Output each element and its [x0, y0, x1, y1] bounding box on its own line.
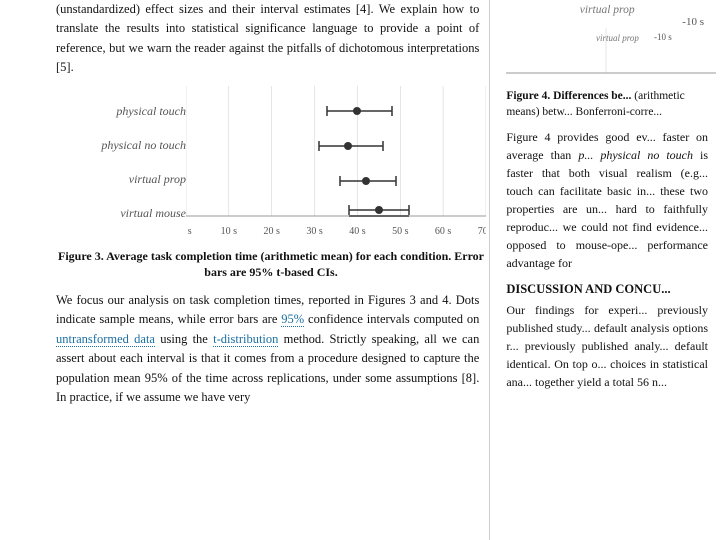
fp-label-pnt: physical no touch: [101, 138, 186, 153]
svg-text:-10 s: -10 s: [654, 32, 672, 42]
right-chart-svg: virtual prop -10 s: [506, 28, 716, 83]
svg-text:10 s: 10 s: [221, 226, 238, 237]
svg-text:virtual prop: virtual prop: [596, 33, 639, 43]
link-tdist[interactable]: t-distribution: [213, 332, 278, 347]
fp-label-pt: physical touch: [116, 104, 186, 119]
link-untransformed[interactable]: untransformed data: [56, 332, 155, 347]
svg-text:30 s: 30 s: [306, 226, 323, 237]
body-text: We focus our analysis on task completion…: [56, 291, 479, 415]
right-body-2-text: Our findings for experi... previously pu…: [506, 301, 708, 391]
top-paragraph: (unstandardized) effect sizes and their …: [56, 0, 479, 78]
right-figure-caption: Figure 4. Differences be... (arithmetic …: [506, 88, 708, 120]
fp-label-vm: virtual mouse: [120, 206, 186, 221]
forest-plot-area: physical touch physical no touch virtual…: [56, 86, 486, 246]
right-chart-label: virtual prop: [506, 4, 708, 16]
right-chart-num: -10 s: [506, 16, 704, 28]
fp-row4-svg: [186, 203, 486, 227]
fp-label-vp: virtual prop: [129, 172, 186, 187]
link-95pct[interactable]: 95%: [281, 312, 304, 327]
fp-chart-area: 0 s 10 s 20 s 30 s 40 s 50 s 60 s 70 s: [186, 86, 486, 246]
right-panel: virtual prop -10 s virtual prop -10 s Fi…: [490, 0, 720, 540]
fp-labels: physical touch physical no touch virtual…: [56, 86, 186, 246]
svg-text:70 s: 70 s: [478, 226, 486, 237]
figure-caption-3: Figure 3. Average task completion time (…: [56, 248, 486, 282]
right-top-chart: virtual prop -10 s virtual prop -10 s: [506, 4, 708, 84]
forest-plot: physical touch physical no touch virtual…: [56, 86, 486, 282]
svg-text:50 s: 50 s: [392, 226, 409, 237]
svg-text:40 s: 40 s: [349, 226, 366, 237]
right-body-text: Figure 4 provides good ev... faster on a…: [506, 128, 708, 272]
left-panel: (unstandardized) effect sizes and their …: [0, 0, 489, 540]
right-caption-bold: Figure 4. Differences be...: [506, 90, 631, 102]
svg-text:20 s: 20 s: [263, 226, 280, 237]
section-heading-discussion: DISCUSSION AND CONCU...: [506, 282, 708, 297]
svg-text:60 s: 60 s: [435, 226, 452, 237]
svg-text:0 s: 0 s: [186, 226, 192, 237]
figure-caption-bold: Figure 3. Average task completion time (…: [58, 249, 484, 280]
